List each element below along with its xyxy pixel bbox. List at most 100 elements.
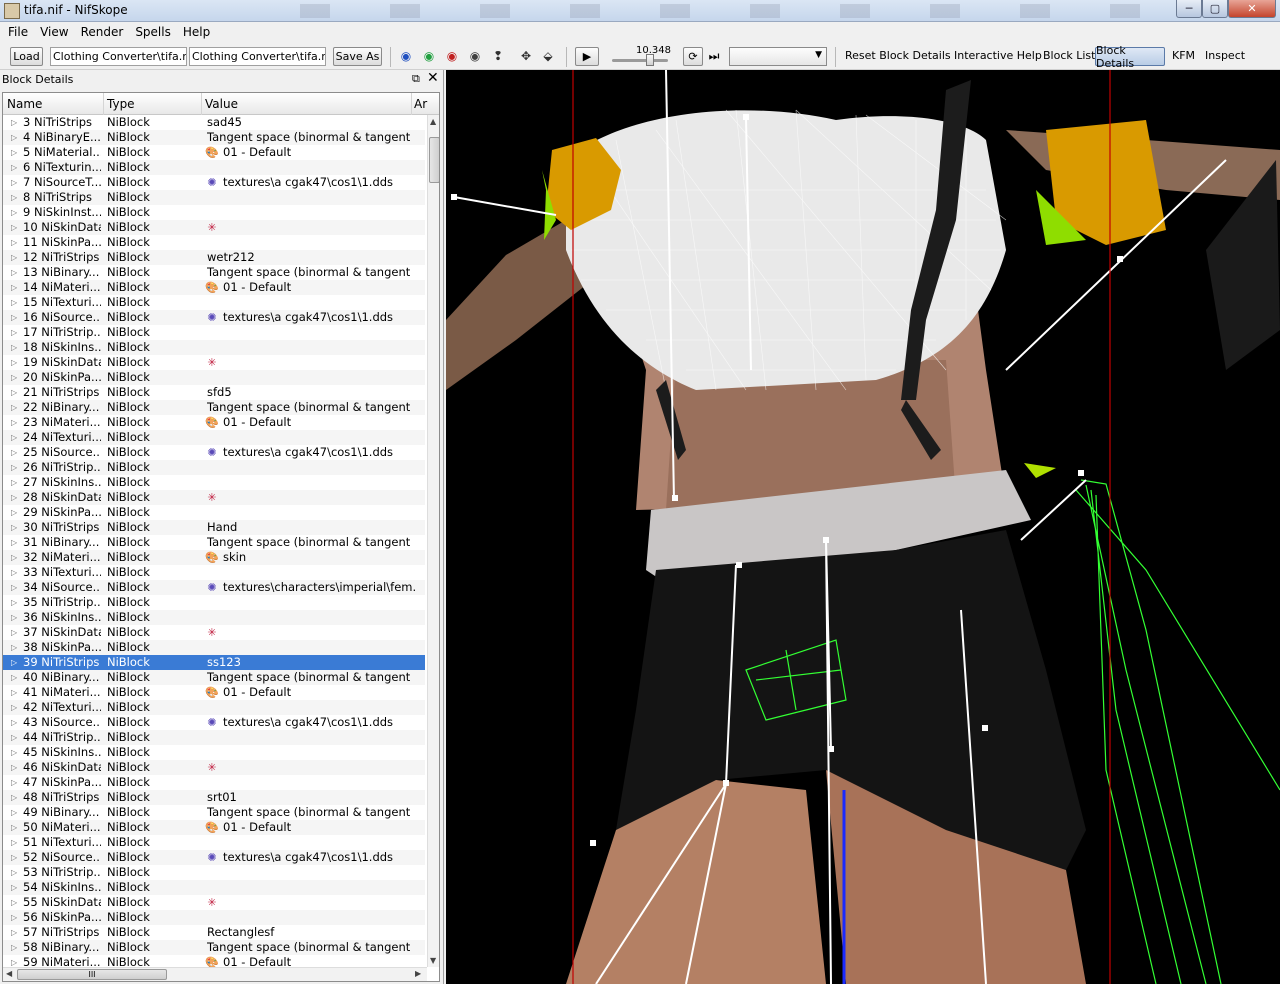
tree-row[interactable]: ▷ 41 NiMateri... NiBlock 🎨 01 - Default [3, 685, 425, 700]
axes-icon[interactable]: ✥ [518, 49, 534, 63]
block-details-button[interactable]: Block Details [1095, 44, 1165, 70]
tree-row[interactable]: ▷ 35 NiTriStrip... NiBlock [3, 595, 425, 610]
tree-row[interactable]: ▷ 16 NiSource... NiBlock ✺ textures\a cgak47… [3, 310, 425, 325]
close-button[interactable]: ✕ [1228, 0, 1276, 18]
horizontal-scrollbar[interactable]: ◀ III ▶ [3, 967, 427, 981]
tree-row[interactable]: ▷ 53 NiTriStrip... NiBlock [3, 865, 425, 880]
play-button[interactable]: ▶ [575, 47, 599, 66]
tree-row[interactable]: ▷ 45 NiSkinIns... NiBlock [3, 745, 425, 760]
expand-arrow-icon[interactable]: ▷ [11, 910, 17, 925]
scroll-up-icon[interactable]: ▲ [430, 117, 436, 126]
column-value[interactable]: Value [205, 97, 238, 111]
expand-arrow-icon[interactable]: ▷ [11, 505, 17, 520]
expand-arrow-icon[interactable]: ▷ [11, 775, 17, 790]
menu-spells[interactable]: Spells [129, 25, 177, 39]
time-slider[interactable] [612, 59, 668, 62]
expand-arrow-icon[interactable]: ▷ [11, 595, 17, 610]
inspect-button[interactable]: Inspect [1205, 49, 1245, 62]
tree-row[interactable]: ▷ 26 NiTriStrip... NiBlock [3, 460, 425, 475]
tree-row[interactable]: ▷ 7 NiSourceT... NiBlock ✺ textures\a cgak47… [3, 175, 425, 190]
tree-row[interactable]: ▷ 54 NiSkinIns... NiBlock [3, 880, 425, 895]
tree-row[interactable]: ▷ 24 NiTexturi... NiBlock [3, 430, 425, 445]
scroll-thumb[interactable] [429, 137, 439, 183]
expand-arrow-icon[interactable]: ▷ [11, 430, 17, 445]
tree-row[interactable]: ▷ 43 NiSource... NiBlock ✺ textures\a cgak47… [3, 715, 425, 730]
eye-green-icon[interactable]: ◉ [421, 49, 437, 63]
tree-row[interactable]: ▷ 36 NiSkinIns... NiBlock [3, 610, 425, 625]
eye-red-icon[interactable]: ◉ [444, 49, 460, 63]
expand-arrow-icon[interactable]: ▷ [11, 265, 17, 280]
tree-row[interactable]: ▷ 56 NiSkinPa... NiBlock [3, 910, 425, 925]
expand-arrow-icon[interactable]: ▷ [11, 340, 17, 355]
menu-file[interactable]: File [2, 25, 34, 39]
expand-arrow-icon[interactable]: ▷ [11, 325, 17, 340]
expand-arrow-icon[interactable]: ▷ [11, 205, 17, 220]
tree-row[interactable]: ▷ 46 NiSkinData NiBlock ✳ [3, 760, 425, 775]
tree-row[interactable]: ▷ 40 NiBinary... NiBlock Tangent space (bin… [3, 670, 425, 685]
tree-row[interactable]: ▷ 29 NiSkinPa... NiBlock [3, 505, 425, 520]
render-viewport[interactable] [446, 70, 1280, 984]
tree-row[interactable]: ▷ 55 NiSkinData NiBlock ✳ [3, 895, 425, 910]
load-path-field[interactable]: Clothing Converter\tifa.nif [50, 47, 187, 66]
tree-row[interactable]: ▷ 57 NiTriStrips NiBlock Rectanglesf [3, 925, 425, 940]
column-type[interactable]: Type [107, 97, 135, 111]
tree-row[interactable]: ▷ 20 NiSkinPa... NiBlock [3, 370, 425, 385]
expand-arrow-icon[interactable]: ▷ [11, 655, 17, 670]
tree-row[interactable]: ▷ 15 NiTexturi... NiBlock [3, 295, 425, 310]
expand-arrow-icon[interactable]: ▷ [11, 640, 17, 655]
tree-row[interactable]: ▷ 28 NiSkinData NiBlock ✳ [3, 490, 425, 505]
expand-arrow-icon[interactable]: ▷ [11, 415, 17, 430]
tree-row[interactable]: ▷ 6 NiTexturin... NiBlock [3, 160, 425, 175]
expand-arrow-icon[interactable]: ▷ [11, 790, 17, 805]
expand-arrow-icon[interactable]: ▷ [11, 925, 17, 940]
expand-arrow-icon[interactable]: ▷ [11, 385, 17, 400]
hscroll-thumb[interactable]: III [17, 969, 167, 980]
eye-gray-icon[interactable]: ◉ [467, 49, 483, 63]
vertical-scrollbar[interactable]: ▲ ▼ [427, 115, 439, 967]
tree-row[interactable]: ▷ 25 NiSource... NiBlock ✺ textures\a cgak47… [3, 445, 425, 460]
expand-arrow-icon[interactable]: ▷ [11, 730, 17, 745]
expand-arrow-icon[interactable]: ▷ [11, 475, 17, 490]
expand-arrow-icon[interactable]: ▷ [11, 490, 17, 505]
expand-arrow-icon[interactable]: ▷ [11, 280, 17, 295]
expand-arrow-icon[interactable]: ▷ [11, 850, 17, 865]
expand-arrow-icon[interactable]: ▷ [11, 760, 17, 775]
save-path-field[interactable]: Clothing Converter\tifa.nif [189, 47, 326, 66]
expand-arrow-icon[interactable]: ▷ [11, 445, 17, 460]
kfm-button[interactable]: KFM [1172, 49, 1195, 62]
expand-arrow-icon[interactable]: ▷ [11, 835, 17, 850]
expand-arrow-icon[interactable]: ▷ [11, 370, 17, 385]
tree-row[interactable]: ▷ 12 NiTriStrips NiBlock wetr212 [3, 250, 425, 265]
expand-arrow-icon[interactable]: ▷ [11, 190, 17, 205]
tree-row[interactable]: ▷ 39 NiTriStrips NiBlock ss123 [3, 655, 425, 670]
tree-row[interactable]: ▷ 49 NiBinary... NiBlock Tangent space (bin… [3, 805, 425, 820]
tree-row[interactable]: ▷ 5 NiMaterial... NiBlock 🎨 01 - Default [3, 145, 425, 160]
time-slider-handle[interactable] [646, 54, 654, 66]
tree-row[interactable]: ▷ 33 NiTexturi... NiBlock [3, 565, 425, 580]
footprints-icon[interactable]: ❢ [490, 49, 506, 63]
tree-row[interactable]: ▷ 17 NiTriStrip... NiBlock [3, 325, 425, 340]
loop-button[interactable]: ⟳ [683, 47, 703, 66]
expand-arrow-icon[interactable]: ▷ [11, 550, 17, 565]
expand-arrow-icon[interactable]: ▷ [11, 520, 17, 535]
dropdown-arrow-icon[interactable]: ⬙ [540, 49, 556, 63]
expand-arrow-icon[interactable]: ▷ [11, 130, 17, 145]
expand-arrow-icon[interactable]: ▷ [11, 880, 17, 895]
scroll-down-icon[interactable]: ▼ [430, 956, 436, 965]
expand-arrow-icon[interactable]: ▷ [11, 745, 17, 760]
expand-arrow-icon[interactable]: ▷ [11, 580, 17, 595]
tree-row[interactable]: ▷ 21 NiTriStrips NiBlock sfd5 [3, 385, 425, 400]
expand-arrow-icon[interactable]: ▷ [11, 625, 17, 640]
tree-row[interactable]: ▷ 3 NiTriStrips NiBlock sad45 [3, 115, 425, 130]
interactive-help-button[interactable]: Interactive Help [954, 49, 1042, 62]
dock-close-icon[interactable]: ✕ [427, 70, 439, 86]
expand-arrow-icon[interactable]: ▷ [11, 295, 17, 310]
tree-row[interactable]: ▷ 4 NiBinaryE... NiBlock Tangent space (bin… [3, 130, 425, 145]
tree-row[interactable]: ▷ 23 NiMateri... NiBlock 🎨 01 - Default [3, 415, 425, 430]
tree-row[interactable]: ▷ 52 NiSource... NiBlock ✺ textures\a cgak47… [3, 850, 425, 865]
expand-arrow-icon[interactable]: ▷ [11, 310, 17, 325]
expand-arrow-icon[interactable]: ▷ [11, 565, 17, 580]
expand-arrow-icon[interactable]: ▷ [11, 115, 17, 130]
expand-arrow-icon[interactable]: ▷ [11, 355, 17, 370]
tree-row[interactable]: ▷ 51 NiTexturi... NiBlock [3, 835, 425, 850]
